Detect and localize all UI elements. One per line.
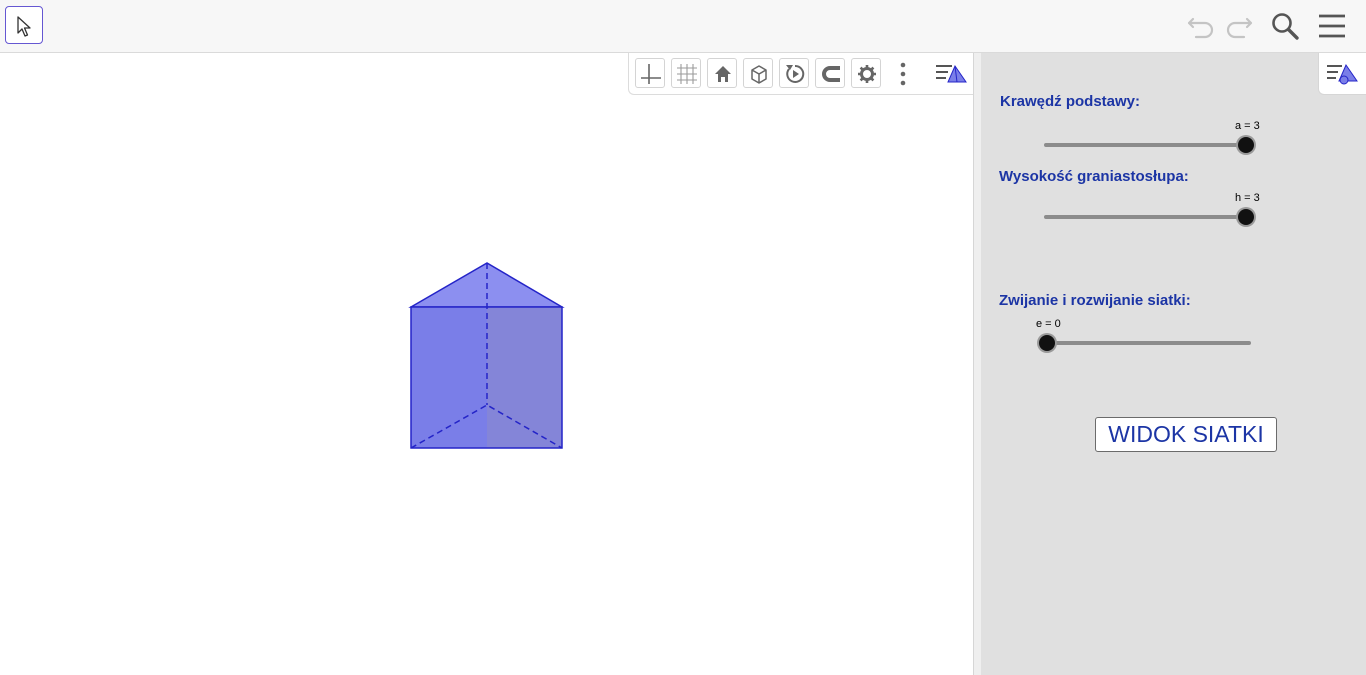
slider-track [1039, 341, 1251, 345]
slider-caption-base-edge: Krawędź podstawy: [1000, 93, 1141, 110]
slider-track [1044, 215, 1254, 219]
style-bar-toggle-icon[interactable] [934, 60, 968, 88]
view-direction-button[interactable] [743, 58, 773, 88]
standard-view-button[interactable] [707, 58, 737, 88]
more-vert-icon[interactable] [893, 61, 913, 87]
style-bar-toggle-icon [1327, 63, 1358, 85]
grid-icon [677, 64, 697, 84]
view-divider[interactable] [973, 53, 981, 675]
slider-a[interactable] [1044, 135, 1254, 155]
axes-toggle-button[interactable] [635, 58, 665, 88]
slider-value-a: a = 3 [1235, 120, 1260, 132]
menu-icon[interactable] [1316, 10, 1348, 42]
home-icon [715, 66, 731, 82]
slider-value-e: e = 0 [1036, 318, 1061, 330]
move-tool-button[interactable] [5, 6, 43, 44]
view-cube-icon [751, 65, 767, 84]
slider-track [1044, 143, 1254, 147]
slider-knob[interactable] [1039, 335, 1055, 351]
redo-icon[interactable] [1222, 10, 1254, 42]
settings-button[interactable] [851, 58, 881, 88]
axes-icon [641, 64, 661, 84]
graphics-view[interactable] [0, 53, 973, 675]
triangular-prism[interactable] [0, 53, 973, 675]
panel-style-toggle[interactable] [1318, 53, 1366, 95]
graphics-style-bar [628, 53, 973, 95]
slider-caption-prism-height: Wysokość graniastosłupa: [999, 168, 1189, 185]
slider-caption-net-unfold: Zwijanie i rozwijanie siatki: [999, 292, 1191, 309]
grid-toggle-button[interactable] [671, 58, 701, 88]
settings-gear-icon [858, 65, 876, 83]
slider-value-h: h = 3 [1235, 192, 1260, 204]
slider-knob[interactable] [1238, 137, 1254, 153]
slider-h[interactable] [1044, 207, 1254, 227]
move-arrow-icon [17, 16, 31, 37]
undo-icon[interactable] [1186, 10, 1218, 42]
slider-knob[interactable] [1238, 209, 1254, 225]
search-icon[interactable] [1269, 10, 1301, 42]
rotate-view-icon [786, 64, 805, 83]
slider-e[interactable] [1039, 333, 1251, 353]
net-view-button[interactable]: WIDOK SIATKI [1095, 417, 1277, 452]
point-capture-icon [822, 66, 840, 82]
rotate-view-button[interactable] [779, 58, 809, 88]
point-capture-button[interactable] [815, 58, 845, 88]
top-toolbar [0, 0, 1366, 53]
